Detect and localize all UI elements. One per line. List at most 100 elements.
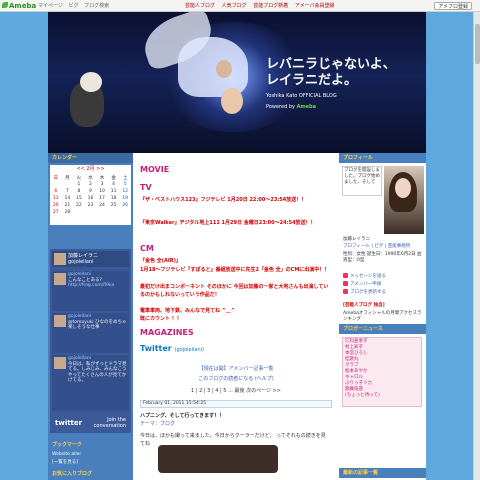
calendar-day[interactable]: 26: [119, 202, 131, 209]
tweet-link[interactable]: http://frog.com/fl9ka: [68, 283, 128, 289]
ranking-text: Amebaオフィシャルの月間アクセスランキング: [343, 311, 422, 322]
twitter-widget-header[interactable]: 加藤レイラニ gojoleilani: [52, 251, 129, 267]
calendar-day[interactable]: 3: [96, 181, 108, 188]
profile-photo[interactable]: [384, 166, 424, 234]
entry-tag[interactable]: テーマ：ブログ: [140, 420, 330, 428]
calendar-day[interactable]: 22: [73, 202, 85, 209]
nav-pigg-link[interactable]: ピグ: [69, 3, 79, 9]
magazines-heading: MAGAZINES: [140, 328, 194, 337]
page-link[interactable]: 1: [191, 388, 194, 394]
profile-header: プロフィール: [339, 153, 426, 163]
calendar-day[interactable]: 7: [62, 188, 74, 195]
calendar-day[interactable]: 28: [62, 209, 74, 216]
entry-photo[interactable]: [158, 445, 278, 473]
bookmark-item[interactable]: Website aller: [52, 452, 81, 457]
twitter-widget-footer[interactable]: twitter Join the conversation: [52, 415, 129, 431]
profile-face: [395, 178, 411, 198]
cm-line-4: 電車車両、地下鉄、みんなで見てね ^＿^: [140, 308, 236, 314]
blogger-news-list: 仁科亜季子 村上知子 本宮ひろし 桂歌丸 クラブ 松本あやか キャロル ぶりっ子…: [342, 337, 422, 407]
calendar-day[interactable]: 15: [73, 195, 85, 202]
calendar-day[interactable]: 20: [50, 202, 62, 209]
send-message-button[interactable]: メッセージを送る: [343, 273, 423, 280]
calendar-day[interactable]: 11: [108, 188, 120, 195]
calendar-widget: << 2月 >> 日 月 火 水 木 金 土 12345 6 7 8 9 10 11 12: [50, 165, 131, 225]
movie-heading: MOVIE: [140, 165, 170, 174]
pencil-icon: [343, 289, 348, 294]
calendar-day[interactable]: 13: [50, 195, 62, 202]
twitter-handle: gojoleilani: [68, 259, 94, 265]
calendar-day[interactable]: 16: [85, 195, 97, 202]
tv-heading: TV: [140, 183, 152, 192]
entry-title[interactable]: ハプニング、そして行ってきます！！: [140, 412, 330, 420]
calendar-day[interactable]: 2: [85, 181, 97, 188]
calendar-day[interactable]: 18: [108, 195, 120, 202]
calendar-day[interactable]: 1: [73, 181, 85, 188]
calendar-day[interactable]: 5: [119, 181, 131, 188]
page-link[interactable]: 5: [223, 388, 226, 394]
weekday-thu: 木: [99, 175, 105, 181]
tweet-item[interactable]: gojoleilani 今日は、私がずっとドラマ見てる。しみじみ、みんなこうやっ…: [52, 355, 129, 411]
blogger-news-item[interactable]: (ちょっと待って): [345, 393, 419, 399]
ameba-logo[interactable]: Ameba: [2, 0, 36, 12]
page-link[interactable]: 3: [207, 388, 210, 394]
amember-list-link[interactable]: 【現在は開】アメンバー記事一覧: [138, 365, 334, 373]
blog-header-banner[interactable]: レバニラじゃないよ、 レイラニだよ。 Yoshika Kato OFFICIAL …: [48, 12, 426, 153]
weekday-sat: 土: [122, 175, 128, 181]
scrollbar-thumb[interactable]: [475, 24, 480, 64]
subscribe-reader-link[interactable]: このブログの読者になる (ヘルプ): [138, 375, 334, 383]
twitter-link[interactable]: Twitter (gojoleilani): [140, 344, 204, 353]
calendar-day[interactable]: 17: [96, 195, 108, 202]
profile-caption: 加藤レイラニ: [343, 237, 370, 242]
calendar-day[interactable]: 8: [73, 188, 85, 195]
calendar-day[interactable]: 10: [96, 188, 108, 195]
pigg-link[interactable]: ピグ: [374, 244, 383, 249]
powered-by-label: Powered by: [266, 104, 295, 110]
calendar-day[interactable]: 6: [50, 188, 62, 195]
profile-link[interactable]: プロフィール: [343, 244, 370, 249]
amember-request-button[interactable]: アメンバー申請: [343, 281, 423, 288]
blog-update-button[interactable]: ブログを更新する: [343, 289, 423, 296]
last-page-link[interactable]: 最後: [234, 388, 244, 394]
cm-line-5: 既にカウント ！！: [140, 316, 182, 322]
latest-posts-header: 最新の記事一覧: [339, 468, 426, 478]
calendar-day[interactable]: 14: [62, 195, 74, 202]
top-navigation-bar: Ameba マイページ ピグ ブログ検索 芸能人ブログ 人気ブログ 芸能ブログ新…: [0, 0, 480, 12]
join-conversation-link[interactable]: Join the conversation: [94, 417, 126, 429]
weekday-sun: 日: [53, 175, 59, 181]
twitter-avatar: [54, 253, 66, 265]
register-link[interactable]: アメーバ会員登録: [295, 3, 335, 9]
tweet-item[interactable]: gojoleilani @tomayuki ひなのをめちゃ楽しそうな仕事: [52, 313, 129, 353]
calendar-day[interactable]: 12: [119, 188, 131, 195]
celebrity-blog-link[interactable]: 芸能人ブログ: [185, 3, 215, 9]
calendar-day[interactable]: 19: [119, 195, 131, 202]
cm-line-2: 1月18〜フジテレビ『すぽると』番組放送中に先生2「金色 全」のCMに出演中！！: [140, 267, 330, 273]
nav-mypage-link[interactable]: マイページ: [38, 3, 63, 9]
calendar-month[interactable]: << 2月 >>: [50, 165, 131, 174]
dog-face-image: [80, 72, 102, 92]
page-link[interactable]: 2: [199, 388, 202, 394]
calendar-day[interactable]: 21: [62, 202, 74, 209]
calendar-day[interactable]: 9: [85, 188, 97, 195]
ameba-logo-text: Ameba: [9, 2, 37, 10]
ameblo-register-button[interactable]: アメブロ登録: [434, 2, 472, 10]
agency-link[interactable]: 芸能事務所: [388, 244, 411, 249]
calendar-day[interactable]: 24: [96, 202, 108, 209]
page-link[interactable]: 4: [215, 388, 218, 394]
calendar-day[interactable]: 27: [50, 209, 62, 216]
tv-line-1: 『ザ・ベストハウス123』フジテレビ 1月20日 22:00〜23:54放送！！: [140, 197, 307, 203]
favorite-blogs-header: お気に入りブログ: [52, 471, 93, 477]
twitter-logo[interactable]: twitter: [55, 419, 82, 427]
new-celebrity-link[interactable]: 芸能ブログ新着: [253, 3, 288, 9]
next-page-link[interactable]: 次のページ >>: [246, 388, 281, 394]
calendar-day[interactable]: 23: [85, 202, 97, 209]
bookmark-more-link[interactable]: [一覧を見る]: [52, 459, 78, 465]
entry-date-bar: February 01, 2011 15:54:25: [140, 400, 332, 408]
tweet-item[interactable]: gojoleilani こんなことある? http://frog.com/fl9…: [52, 271, 129, 311]
popular-blog-link[interactable]: 人気ブログ: [222, 3, 247, 9]
calendar-day[interactable]: 4: [108, 181, 120, 188]
nav-blog-search-link[interactable]: ブログ検索: [84, 3, 109, 9]
calendar-day[interactable]: 25: [108, 202, 120, 209]
vertical-scrollbar[interactable]: [473, 12, 480, 480]
tv-line-2: 『東京Walker』ヂジタル地上111 1月29日 金曜日23:00〜24:54…: [140, 220, 316, 226]
tweet-text: @tomayuki ひなのをめちゃ楽しそうな仕事: [68, 319, 127, 331]
